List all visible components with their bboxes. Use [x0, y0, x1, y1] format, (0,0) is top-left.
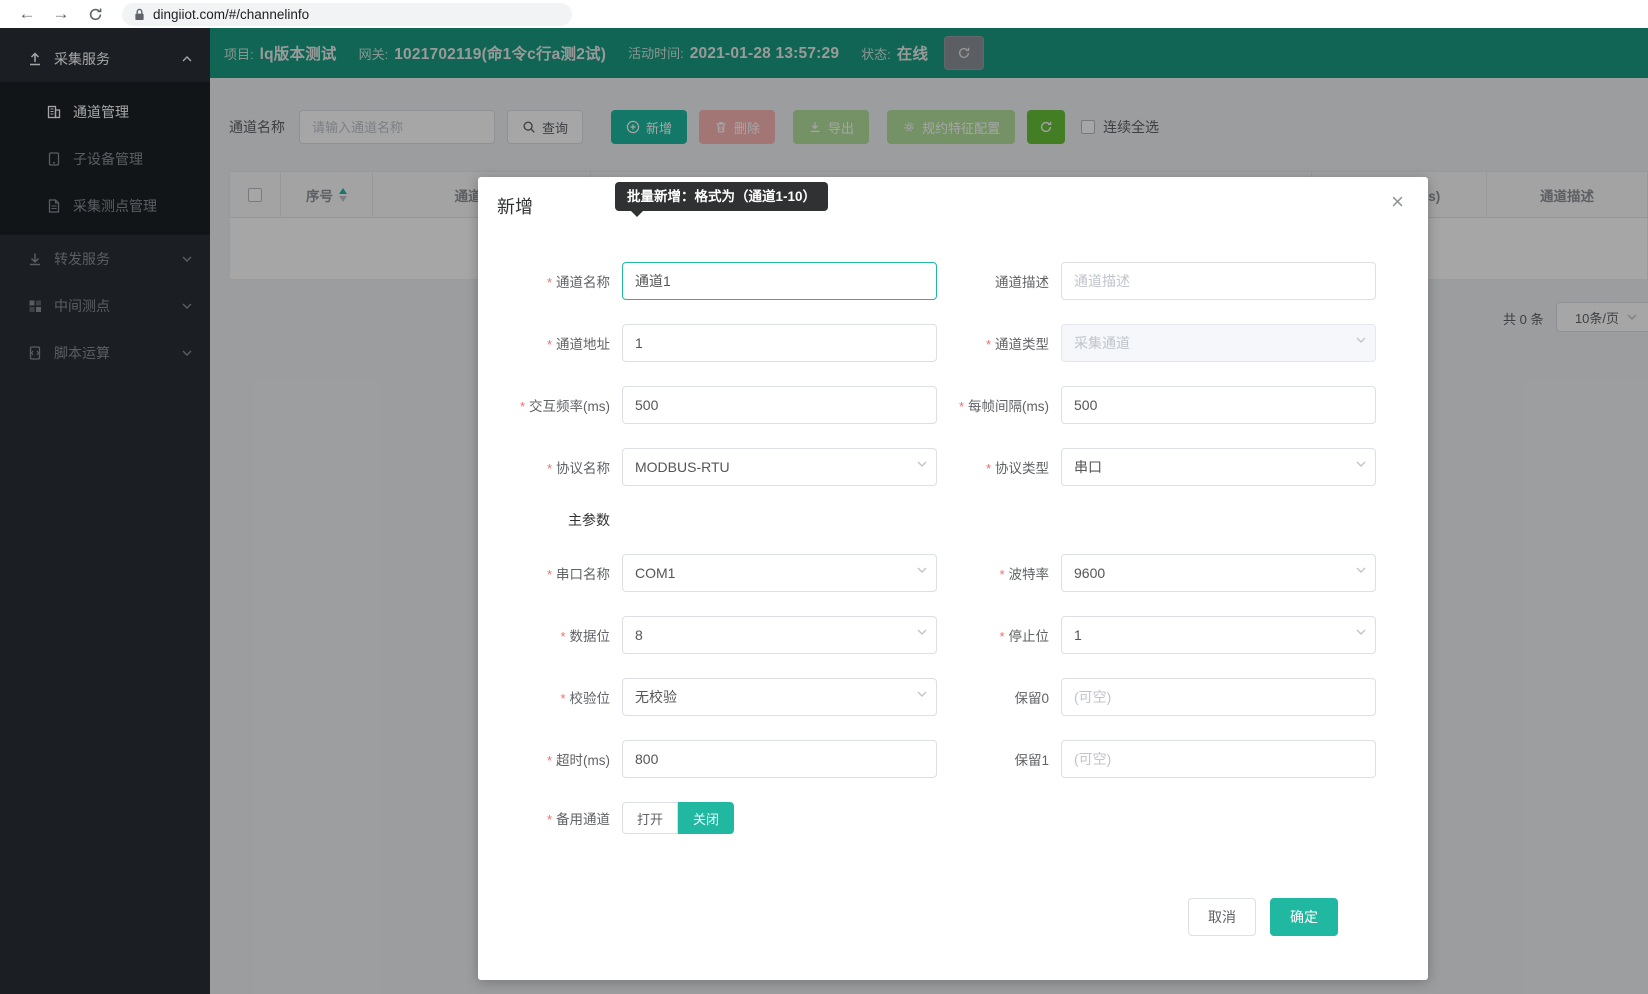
url-text: dingiiot.com/#/channelinfo: [153, 7, 309, 22]
batch-add-tooltip: 批量新增：格式为（通道1-10）: [615, 182, 828, 211]
backup-channel-field-label: 备用通道: [510, 808, 610, 828]
channel-name-input[interactable]: [622, 262, 937, 300]
add-channel-dialog: 新增 × 批量新增：格式为（通道1-10） 通道名称 通道描述 通道地址: [478, 177, 1428, 980]
refresh-icon: [88, 7, 103, 22]
protocol-type-field-label: 协议类型: [949, 457, 1049, 477]
confirm-button[interactable]: 确定: [1270, 898, 1338, 936]
stop-bits-select[interactable]: [1061, 616, 1376, 654]
channel-type-field-label: 通道类型: [949, 333, 1049, 353]
tooltip-arrow: [631, 211, 643, 217]
data-bits-field-label: 数据位: [510, 625, 610, 645]
protocol-name-select[interactable]: [622, 448, 937, 486]
reserve0-input[interactable]: [1061, 678, 1376, 716]
frame-interval-input[interactable]: [1061, 386, 1376, 424]
channel-desc-field-label: 通道描述: [949, 271, 1049, 291]
main-params-section-label: 主参数: [510, 510, 610, 530]
reserve1-input[interactable]: [1061, 740, 1376, 778]
address-bar[interactable]: dingiiot.com/#/channelinfo: [122, 3, 572, 26]
channel-addr-field-label: 通道地址: [510, 333, 610, 353]
protocol-type-select[interactable]: [1061, 448, 1376, 486]
backup-channel-toggle: 打开 关闭: [622, 802, 734, 834]
parity-field-label: 校验位: [510, 687, 610, 707]
timeout-input[interactable]: [622, 740, 937, 778]
cancel-button[interactable]: 取消: [1188, 898, 1256, 936]
browser-refresh-button[interactable]: [82, 1, 108, 27]
reserve1-field-label: 保留1: [949, 749, 1049, 769]
serial-name-field-label: 串口名称: [510, 563, 610, 583]
protocol-name-field-label: 协议名称: [510, 457, 610, 477]
channel-name-field-label: 通道名称: [510, 271, 610, 291]
dialog-title: 新增: [497, 197, 533, 217]
reserve0-field-label: 保留0: [949, 687, 1049, 707]
close-icon[interactable]: ×: [1391, 191, 1404, 213]
baud-rate-select[interactable]: [1061, 554, 1376, 592]
browser-chrome: ← → dingiiot.com/#/channelinfo: [0, 0, 1648, 28]
backup-channel-close-option[interactable]: 关闭: [678, 802, 734, 834]
frame-interval-field-label: 每帧间隔(ms): [949, 395, 1049, 415]
stop-bits-field-label: 停止位: [949, 625, 1049, 645]
browser-forward-button[interactable]: →: [48, 1, 74, 27]
backup-channel-open-option[interactable]: 打开: [622, 802, 678, 834]
lock-icon: [134, 8, 145, 21]
channel-type-select[interactable]: [1061, 324, 1376, 362]
browser-back-button[interactable]: ←: [14, 1, 40, 27]
app-root: 采集服务 通道管理 子设备管理 采集测点: [0, 28, 1648, 994]
channel-addr-input[interactable]: [622, 324, 937, 362]
dialog-footer: 取消 确定: [510, 898, 1388, 936]
serial-name-select[interactable]: [622, 554, 937, 592]
baud-rate-field-label: 波特率: [949, 563, 1049, 583]
timeout-field-label: 超时(ms): [510, 749, 610, 769]
parity-select[interactable]: [622, 678, 937, 716]
interact-freq-field-label: 交互频率(ms): [510, 395, 610, 415]
channel-desc-input[interactable]: [1061, 262, 1376, 300]
interact-freq-input[interactable]: [622, 386, 937, 424]
data-bits-select[interactable]: [622, 616, 937, 654]
dialog-body: 批量新增：格式为（通道1-10） 通道名称 通道描述 通道地址 通道类型: [478, 220, 1428, 936]
